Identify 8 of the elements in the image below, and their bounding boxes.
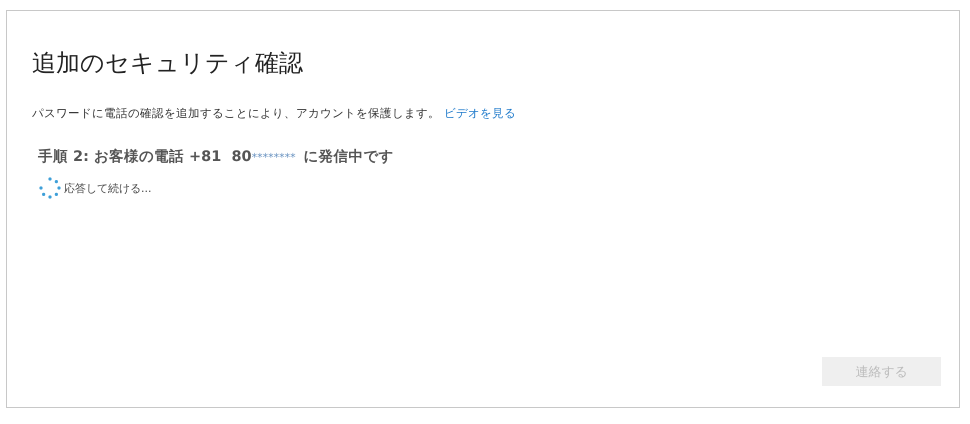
page-title: 追加のセキュリティ確認 bbox=[32, 48, 304, 79]
masked-number: ******** bbox=[252, 151, 296, 164]
step-heading-suffix: に発信中です bbox=[304, 149, 394, 165]
video-link[interactable]: ビデオを見る bbox=[444, 106, 516, 120]
status-text: 応答して続ける... bbox=[64, 180, 152, 196]
step-heading: 手順 2: お客様の電話 +81 80 bbox=[38, 149, 252, 165]
spinner-icon bbox=[38, 176, 62, 200]
description-text: パスワードに電話の確認を追加することにより、アカウントを保護します。 bbox=[32, 106, 440, 120]
